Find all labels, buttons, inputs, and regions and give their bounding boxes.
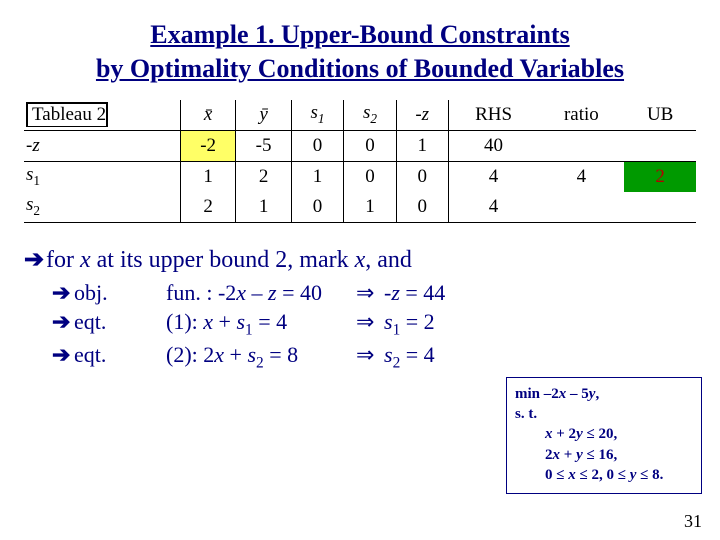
cell: 0 (396, 161, 448, 192)
cell: 4 (448, 161, 538, 192)
page-title: Example 1. Upper-Bound Constraints by Op… (0, 0, 720, 94)
row-name: -z (24, 130, 180, 161)
body-line-1: ➔for x at its upper bound 2, mark x, and (24, 245, 696, 274)
table-row: s2 2 1 0 1 0 4 (24, 192, 696, 223)
cell: 2 (180, 192, 235, 223)
cell: 0 (396, 192, 448, 223)
table-row: -z -2 -5 0 0 1 40 (24, 130, 696, 161)
arrow-icon: ➔ (24, 245, 46, 274)
cell: 0 (344, 161, 396, 192)
arrow-icon: ➔ (52, 280, 74, 306)
row-name: s2 (24, 192, 180, 223)
cell (538, 192, 624, 223)
table-row: s1 1 2 1 0 0 4 4 2 (24, 161, 696, 192)
col-ub: UB (624, 100, 696, 131)
ub-value-cell: 2 (624, 161, 696, 192)
cell (624, 192, 696, 223)
cell: 1 (344, 192, 396, 223)
cell: 1 (236, 192, 291, 223)
sidebox-line: 2x + y ≤ 16, (515, 445, 693, 465)
cell: 4 (448, 192, 538, 223)
cell: -2 (180, 130, 235, 161)
sidebox-line: x + 2y ≤ 20, (515, 424, 693, 444)
cell: 2 (236, 161, 291, 192)
col-s2: s2 (344, 100, 396, 131)
cell: 40 (448, 130, 538, 161)
cell: 0 (291, 192, 343, 223)
tableau-label: Tableau 2 (26, 102, 108, 127)
cell: 4 (538, 161, 624, 192)
page-number: 31 (684, 511, 702, 532)
col-ratio: ratio (538, 100, 624, 131)
sidebox-line: s. t. (515, 404, 693, 424)
body-sub-line: ➔ obj. fun. : -2x – z = 40 ⇒ -z = 44 (52, 280, 696, 306)
cell: -5 (236, 130, 291, 161)
cell: 0 (344, 130, 396, 161)
col-x: x̄ (180, 100, 235, 131)
tableau-container: Tableau 2 x̄ ȳ s1 s2 -z RHS ratio UB -z … (24, 100, 696, 223)
cell: 1 (180, 161, 235, 192)
problem-definition-box: min –2x – 5y, s. t. x + 2y ≤ 20, 2x + y … (506, 377, 702, 494)
body-sub-line: ➔ eqt. (2): 2x + s2 = 8 ⇒ s2 = 4 (52, 342, 696, 372)
sidebox-line: 0 ≤ x ≤ 2, 0 ≤ y ≤ 8. (515, 465, 693, 485)
arrow-icon: ➔ (52, 342, 74, 368)
col-z: -z (396, 100, 448, 131)
cell (624, 130, 696, 161)
tableau-table: Tableau 2 x̄ ȳ s1 s2 -z RHS ratio UB -z … (24, 100, 696, 223)
col-s1: s1 (291, 100, 343, 131)
col-rhs: RHS (448, 100, 538, 131)
sidebox-line: min –2x – 5y, (515, 384, 693, 404)
cell: 1 (396, 130, 448, 161)
tableau-label-cell: Tableau 2 (24, 100, 180, 131)
cell: 0 (291, 130, 343, 161)
body-text: ➔for x at its upper bound 2, mark x, and… (24, 245, 696, 373)
body-sub-line: ➔ eqt. (1): x + s1 = 4 ⇒ s1 = 2 (52, 309, 696, 339)
arrow-icon: ➔ (52, 309, 74, 335)
cell: 1 (291, 161, 343, 192)
row-name: s1 (24, 161, 180, 192)
col-y: ȳ (236, 100, 291, 131)
cell (538, 130, 624, 161)
